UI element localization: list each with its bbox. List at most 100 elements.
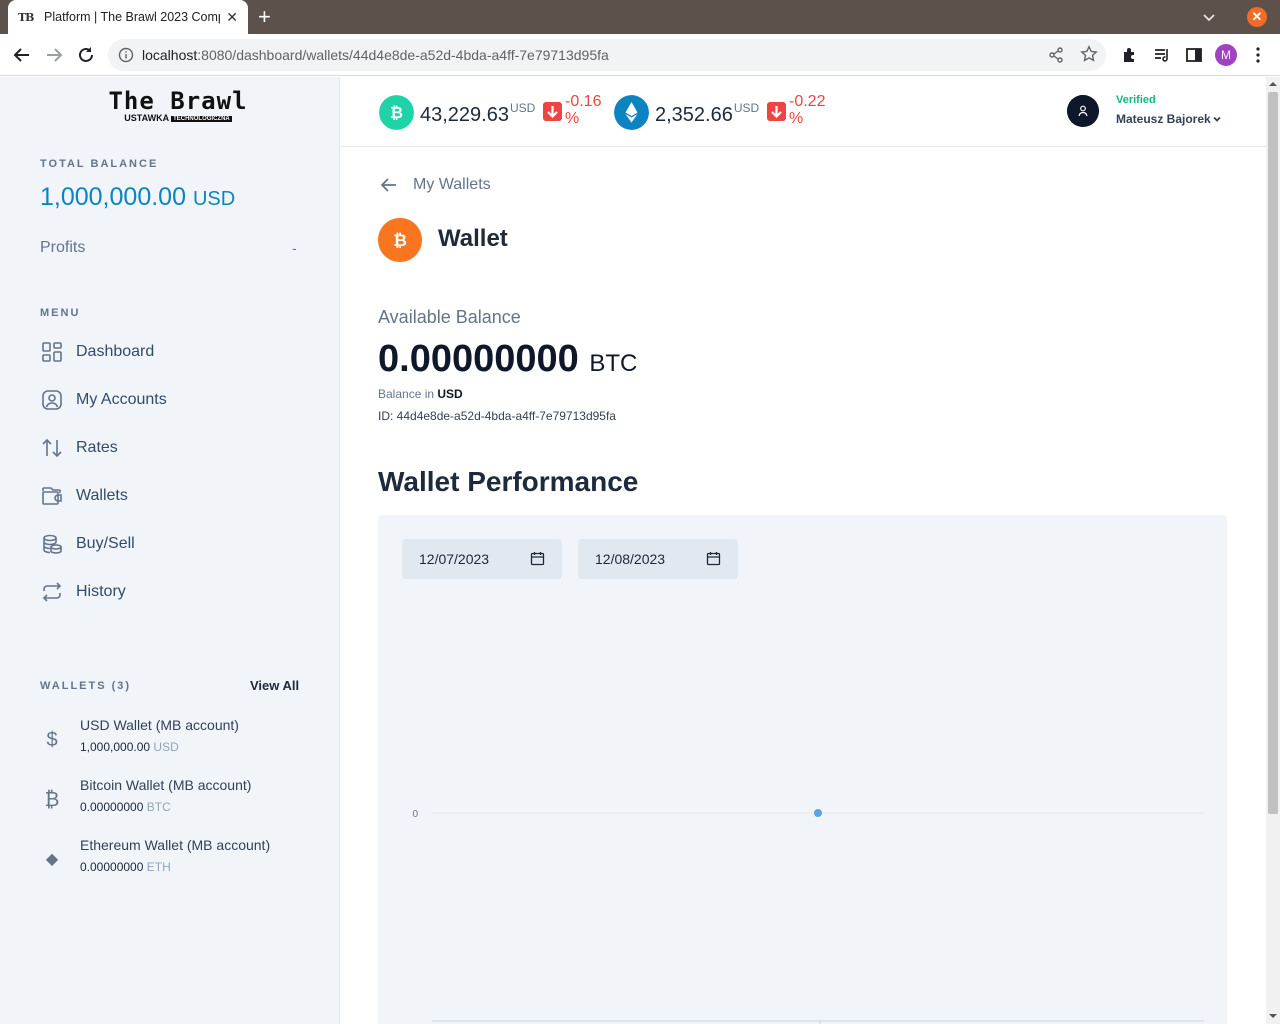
chart-data-point[interactable]	[814, 809, 822, 817]
brand-logo[interactable]: The Brawl USTAWKA TECHNOLOGICZNA	[100, 87, 256, 123]
extensions-puzzle-icon[interactable]	[1120, 45, 1140, 65]
main-content: My Wallets ₿ Wallet Available Balance 0.…	[341, 148, 1266, 1024]
svg-text:₿: ₿	[393, 231, 407, 251]
chevron-down-icon[interactable]	[1211, 113, 1223, 125]
profits-label: Profits	[40, 239, 86, 256]
wallet-name: Ethereum Wallet (MB account)	[80, 837, 271, 853]
sidebar-item-buy-sell[interactable]: Buy/Sell	[40, 530, 300, 558]
date-from-value: 12/07/2023	[419, 551, 490, 567]
window-close-button[interactable]: ✕	[1247, 7, 1267, 27]
sidebar-item-label: History	[76, 583, 126, 600]
sidebar-item-label: Rates	[76, 439, 118, 456]
ethereum-icon: ◆	[45, 851, 59, 868]
menu-label: MENU	[40, 307, 81, 319]
wallets-label: WALLETS (3)	[40, 680, 132, 692]
view-all-link[interactable]: View All	[250, 678, 299, 693]
performance-title: Wallet Performance	[378, 466, 639, 497]
available-balance-label: Available Balance	[378, 307, 521, 327]
profile-avatar[interactable]: M	[1215, 44, 1237, 66]
ticker-price: 2,352.66USD	[655, 101, 760, 126]
sidebar-item-label: Buy/Sell	[76, 535, 135, 552]
browser-tab-bar: TB Platform | The Brawl 2023 Competition…	[0, 0, 1280, 34]
performance-line-chart: 0	[412, 809, 1204, 1024]
wallet-list-item[interactable]: ₿ Bitcoin Wallet (MB account) 0.00000000…	[40, 777, 310, 821]
date-to-value: 12/08/2023	[595, 551, 666, 567]
page-title: Wallet	[438, 225, 508, 252]
sidebar-item-my-accounts[interactable]: My Accounts	[40, 386, 300, 414]
tab-favicon-icon: TB	[18, 10, 34, 24]
calendar-icon[interactable]	[706, 551, 721, 566]
sidebar-item-label: My Accounts	[76, 391, 167, 408]
date-from-input[interactable]: 12/07/2023	[402, 539, 562, 579]
total-balance-label: TOTAL BALANCE	[40, 158, 159, 170]
wallet-list-item[interactable]: $ USD Wallet (MB account) 1,000,000.00 U…	[40, 717, 310, 761]
browser-toolbar: localhost:8080/dashboard/wallets/44d4e8d…	[0, 34, 1280, 76]
balance-in-currency: Balance in USD	[378, 387, 463, 401]
media-queue-icon[interactable]	[1152, 45, 1172, 65]
wallet-name: Bitcoin Wallet (MB account)	[80, 777, 252, 793]
wallet-name: USD Wallet (MB account)	[80, 717, 239, 733]
performance-chart-panel: 12/07/2023 12/08/2023 0	[378, 515, 1227, 1024]
arrow-down-icon	[543, 102, 562, 121]
scroll-up-icon[interactable]	[1268, 80, 1278, 88]
ticker-price: 43,229.63USD	[420, 101, 536, 126]
date-to-input[interactable]: 12/08/2023	[578, 539, 738, 579]
arrow-down-icon	[767, 102, 786, 121]
url-text: localhost:8080/dashboard/wallets/44d4e8d…	[142, 47, 609, 63]
coins-icon	[43, 534, 62, 554]
sidebar-item-wallets[interactable]: Wallets	[40, 482, 300, 510]
wallet-id: ID: 44d4e8de-a52d-4bda-a4ff-7e79713d95fa	[378, 409, 616, 423]
sidebar: The Brawl USTAWKA TECHNOLOGICZNA TOTAL BA…	[0, 77, 340, 1024]
user-circle-icon	[42, 390, 62, 410]
back-arrow-icon[interactable]	[12, 45, 32, 65]
chevron-down-icon[interactable]	[1200, 8, 1218, 26]
ticker-bitcoin[interactable]: ₿ 43,229.63USD -0.16%	[379, 93, 609, 131]
bookmark-star-icon[interactable]	[1080, 45, 1098, 63]
scrollbar-thumb[interactable]	[1268, 92, 1278, 814]
address-bar[interactable]: localhost:8080/dashboard/wallets/44d4e8d…	[108, 39, 1106, 71]
ethereum-coin-icon	[614, 95, 649, 130]
arrows-up-down-icon	[42, 438, 62, 458]
share-icon[interactable]	[1048, 47, 1064, 63]
ticker-change: -0.22%	[789, 93, 826, 127]
info-icon[interactable]	[118, 47, 134, 63]
bitcoin-coin-icon: ₿	[379, 95, 414, 130]
new-tab-button[interactable]: +	[258, 4, 271, 30]
user-avatar-icon[interactable]	[1067, 95, 1099, 127]
user-name[interactable]: Mateusz Bajorek	[1116, 112, 1211, 126]
repeat-icon	[42, 582, 62, 602]
wallet-balance: 0.00000000 BTC	[80, 800, 171, 814]
back-to-wallets-link[interactable]: My Wallets	[379, 175, 491, 195]
sidebar-item-label: Dashboard	[76, 343, 155, 360]
bitcoin-icon: ₿	[44, 789, 60, 811]
user-status: Verified	[1116, 94, 1156, 106]
sidebar-item-dashboard[interactable]: Dashboard	[40, 338, 300, 366]
svg-text:₿: ₿	[390, 103, 403, 122]
browser-tab[interactable]: TB Platform | The Brawl 2023 Competition…	[8, 0, 248, 34]
sidebar-item-rates[interactable]: Rates	[40, 434, 300, 462]
back-link-label: My Wallets	[413, 176, 491, 193]
grid-icon	[42, 342, 62, 362]
wallet-balance: 1,000,000.00 USD	[80, 740, 179, 754]
wallet-balance: 0.00000000 ETH	[80, 860, 171, 874]
arrow-left-icon	[380, 178, 396, 192]
scroll-down-icon[interactable]	[1268, 1012, 1278, 1020]
sidebar-item-history[interactable]: History	[40, 578, 300, 606]
tab-close-icon[interactable]: ✕	[226, 9, 238, 25]
reload-icon[interactable]	[76, 45, 96, 65]
tab-title: Platform | The Brawl 2023 Competition	[44, 10, 220, 24]
top-header: ₿ 43,229.63USD -0.16% 2,352.66USD -0.22%…	[341, 77, 1266, 147]
wallet-icon	[42, 487, 62, 505]
available-balance-value: 0.00000000 BTC	[378, 338, 638, 380]
logo-title: The Brawl	[108, 87, 248, 115]
ticker-ethereum[interactable]: 2,352.66USD -0.22%	[614, 93, 844, 131]
calendar-icon[interactable]	[530, 551, 545, 566]
profits-value: -	[292, 240, 297, 256]
kebab-menu-icon[interactable]	[1248, 45, 1268, 65]
side-panel-icon[interactable]	[1184, 45, 1204, 65]
ticker-change: -0.16%	[565, 93, 602, 127]
sidebar-item-label: Wallets	[76, 487, 128, 504]
wallet-list-item[interactable]: ◆ Ethereum Wallet (MB account) 0.0000000…	[40, 837, 310, 881]
forward-arrow-icon[interactable]	[44, 45, 64, 65]
dollar-icon: $	[46, 729, 58, 751]
